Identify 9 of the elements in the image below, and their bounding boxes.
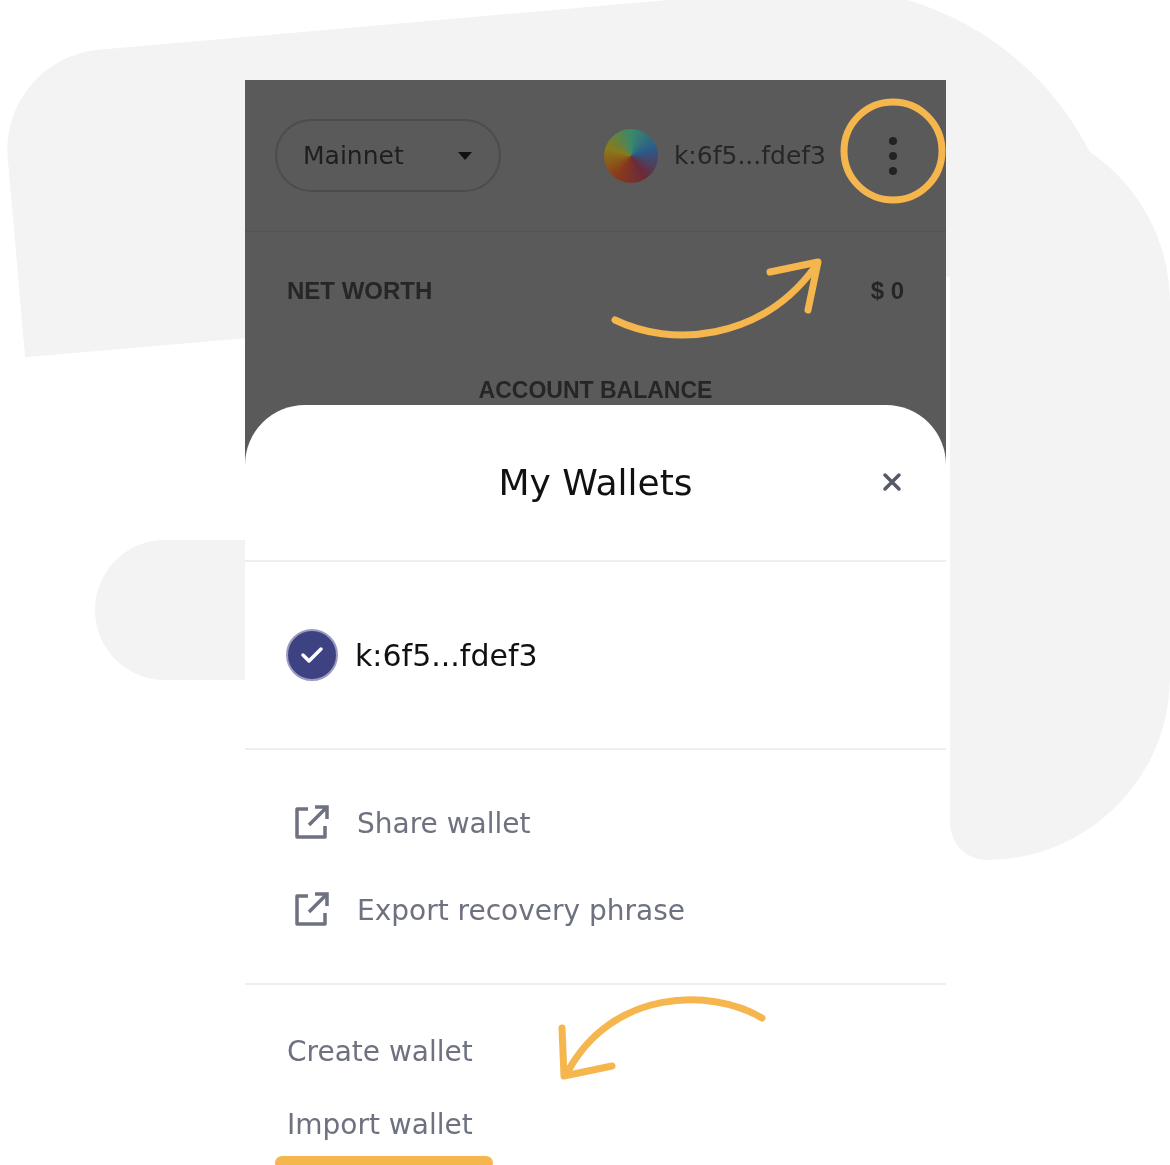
menu-item[interactable]: Share wallet [357, 806, 531, 840]
close-icon[interactable] [882, 472, 902, 492]
menu-item[interactable]: Export recovery phrase [357, 893, 685, 927]
check-circle-icon[interactable] [285, 628, 339, 682]
menu-item[interactable]: Import wallet [287, 1108, 473, 1141]
wallet-address[interactable]: k:6f5...fdef3 [355, 637, 538, 673]
sheet-title: My Wallets [498, 462, 693, 503]
menu-item[interactable]: Create wallet [287, 1035, 473, 1068]
caret-icon [457, 150, 473, 161]
